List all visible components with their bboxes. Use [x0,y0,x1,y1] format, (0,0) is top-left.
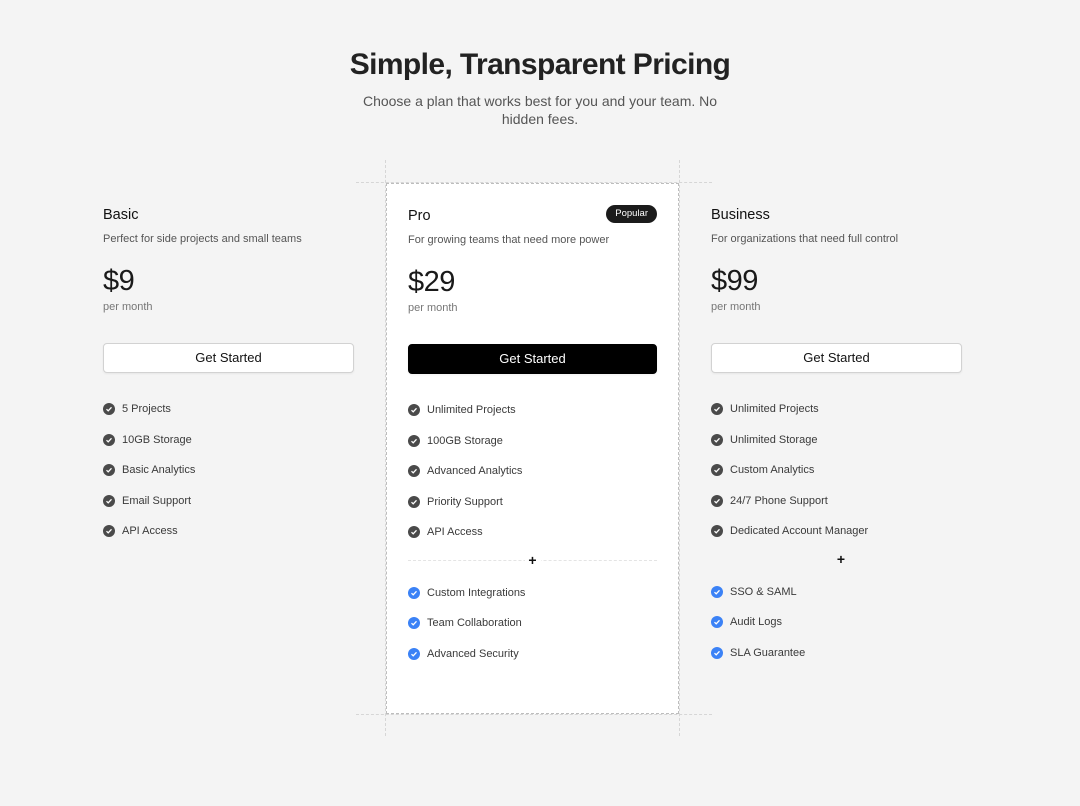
feature-item: SLA Guarantee [711,638,971,669]
feature-label: Dedicated Account Manager [730,525,869,538]
feature-label: Email Support [122,494,192,507]
feature-label: Basic Analytics [122,464,196,477]
check-circle-icon [408,434,420,447]
feature-divider: + [408,548,657,572]
guide-line-bottom [356,714,712,715]
check-circle-icon [711,403,723,416]
get-started-button-business[interactable]: Get Started [711,343,962,373]
feature-item: API Access [103,516,363,547]
check-circle-icon [711,646,723,659]
feature-label: 5 Projects [122,403,171,416]
page-subtitle: Choose a plan that works best for you an… [362,93,718,127]
feature-item: SSO & SAML [711,577,971,608]
feature-label: Custom Integrations [427,586,526,599]
popular-badge: Popular [606,205,657,223]
get-started-button-basic[interactable]: Get Started [103,343,354,373]
feature-label: 24/7 Phone Support [730,494,828,507]
plan-period: per month [103,301,153,313]
feature-label: API Access [427,526,483,539]
feature-label: Team Collaboration [427,617,522,630]
feature-divider: + [711,547,971,571]
plan-period: per month [711,301,761,313]
check-circle-icon [711,464,723,477]
plan-name: Business [711,207,770,223]
feature-item: Basic Analytics [103,455,363,486]
plan-description: For growing teams that need more power [408,234,610,246]
feature-item: Team Collaboration [408,608,657,639]
feature-item: API Access [408,517,657,548]
feature-label: Priority Support [427,495,503,508]
check-circle-icon [408,586,420,599]
feature-item: Unlimited Projects [711,394,971,425]
check-circle-icon [711,585,723,598]
feature-label: Audit Logs [730,616,782,629]
feature-item: Email Support [103,486,363,517]
extra-feature-list: SSO & SAML Audit Logs SLA Guarantee [711,577,971,669]
feature-label: Unlimited Projects [730,403,819,416]
plus-icon: + [833,549,849,568]
get-started-button-pro[interactable]: Get Started [408,344,657,374]
check-circle-icon [408,495,420,508]
plan-period: per month [408,302,458,314]
plan-description: Perfect for side projects and small team… [103,233,302,245]
plan-price: $99 [711,265,758,297]
feature-label: Advanced Analytics [427,465,523,478]
feature-item: Custom Analytics [711,455,971,486]
feature-label: SLA Guarantee [730,646,806,659]
feature-label: 10GB Storage [122,433,192,446]
feature-item: 10GB Storage [103,425,363,456]
check-circle-icon [103,525,115,538]
feature-label: Custom Analytics [730,464,815,477]
feature-label: Advanced Security [427,647,519,660]
check-circle-icon [711,525,723,538]
feature-list: Unlimited Projects 100GB Storage Advance… [408,395,657,548]
plan-description: For organizations that need full control [711,233,899,245]
check-circle-icon [711,433,723,446]
feature-item: Unlimited Projects [408,395,657,426]
check-circle-icon [103,433,115,446]
plan-card-basic: Basic Perfect for side projects and smal… [86,184,380,547]
check-circle-icon [103,464,115,477]
feature-item: Unlimited Storage [711,425,971,456]
feature-item: Custom Integrations [408,578,657,609]
feature-item: 24/7 Phone Support [711,486,971,517]
plan-price: $29 [408,266,455,298]
check-circle-icon [103,494,115,507]
plan-price: $9 [103,265,135,297]
feature-item: Dedicated Account Manager [711,516,971,547]
feature-item: Audit Logs [711,607,971,638]
check-circle-icon [408,404,420,417]
feature-item: 100GB Storage [408,426,657,457]
plan-card-business: Business For organizations that need ful… [694,184,988,668]
feature-label: SSO & SAML [730,585,797,598]
feature-list: Unlimited Projects Unlimited Storage Cus… [711,394,971,547]
plus-icon: + [524,550,541,569]
feature-item: 5 Projects [103,394,363,425]
feature-item: Priority Support [408,487,657,518]
feature-label: API Access [122,525,178,538]
feature-item: Advanced Security [408,639,657,670]
check-circle-icon [408,526,420,539]
feature-label: Unlimited Storage [730,433,818,446]
check-circle-icon [103,403,115,416]
check-circle-icon [711,494,723,507]
check-circle-icon [408,465,420,478]
guide-line-right [679,160,680,736]
feature-item: Advanced Analytics [408,456,657,487]
feature-label: 100GB Storage [427,434,503,447]
feature-label: Unlimited Projects [427,404,516,417]
check-circle-icon [408,647,420,660]
pricing-header: Simple, Transparent Pricing Choose a pla… [0,48,1080,128]
extra-feature-list: Custom Integrations Team Collaboration A… [408,578,657,670]
page-title: Simple, Transparent Pricing [349,48,731,81]
feature-list: 5 Projects 10GB Storage Basic Analytics … [103,394,363,547]
plan-card-pro: Pro Popular For growing teams that need … [386,183,679,714]
check-circle-icon [408,617,420,630]
check-circle-icon [711,616,723,629]
plan-name: Basic [103,207,139,223]
